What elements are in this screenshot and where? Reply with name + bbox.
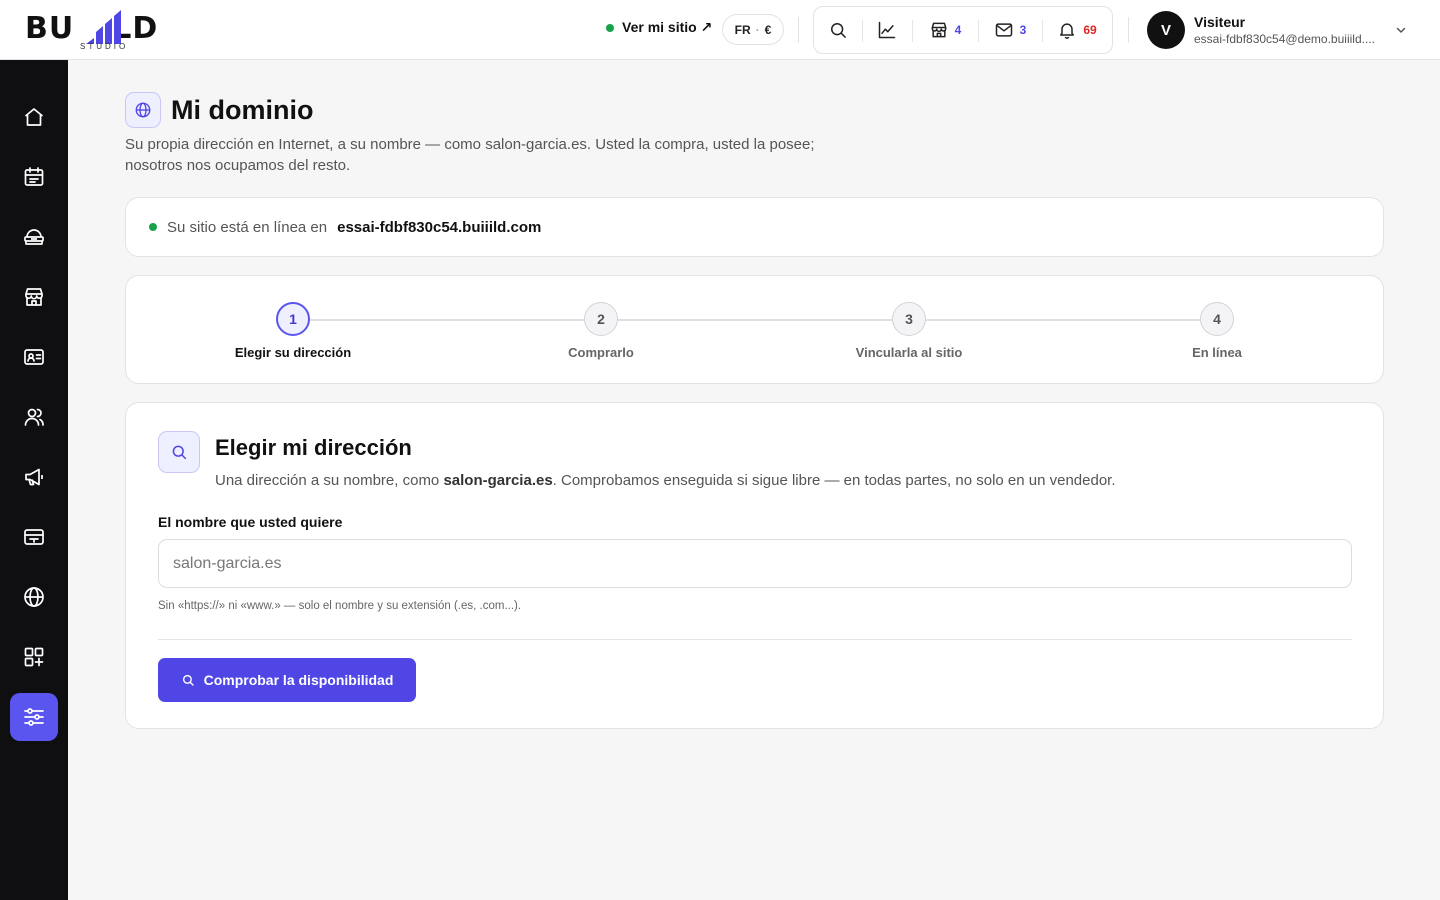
step-number: 3 <box>892 302 926 336</box>
store-icon <box>25 288 43 306</box>
sidebar-item-payments[interactable] <box>10 513 58 561</box>
choose-address-form: Elegir mi dirección Una dirección a su n… <box>125 402 1384 729</box>
topbar-divider <box>798 17 799 43</box>
page-title: Mi dominio <box>171 94 314 125</box>
user-email: essai-fdbf830c54@demo.buiiild.... <box>1194 32 1375 46</box>
analytics-button[interactable] <box>862 7 912 53</box>
domain-field-label: El nombre que usted quiere <box>158 514 343 530</box>
notifications-badge: 69 <box>1083 23 1097 37</box>
bell-icon <box>1060 23 1075 39</box>
example-domain: salon-garcia.es <box>443 472 553 489</box>
domain-field-hint: Sin «https://» ni «www.» — solo el nombr… <box>158 600 522 612</box>
home-icon <box>24 108 44 126</box>
services-icon <box>24 229 44 245</box>
current-domain: essai-fdbf830c54.buiiild.com <box>337 218 542 236</box>
store-icon <box>931 22 947 38</box>
step-number: 2 <box>584 302 618 336</box>
page-description: Su propia dirección en Internet, a su no… <box>125 136 815 174</box>
search-icon <box>182 674 194 686</box>
view-site-label: Ver mi sitio ↗ <box>622 19 713 35</box>
search-icon <box>172 445 187 460</box>
step-online: 4 En línea <box>1117 302 1317 360</box>
calendar-icon <box>24 167 44 186</box>
form-badge <box>158 431 200 473</box>
step-link-site: 3 Vincularla al sitio <box>809 302 1009 360</box>
megaphone-icon <box>25 468 43 486</box>
page-header: Mi dominio <box>125 92 313 128</box>
user-menu[interactable]: V Visiteur essai-fdbf830c54@demo.buiiild… <box>1147 11 1384 49</box>
language-code: FR <box>734 22 751 37</box>
users-icon <box>24 408 44 426</box>
site-status-card: Su sitio está en línea en essai-fdbf830c… <box>125 197 1384 257</box>
id-card-icon <box>24 349 44 365</box>
store-badge: 4 <box>954 23 962 37</box>
store-orders-button[interactable]: 4 <box>912 7 978 53</box>
form-description: Una dirección a su nombre, como salon-ga… <box>215 472 1116 489</box>
sidebar-item-contacts[interactable] <box>10 333 58 381</box>
step-label: En línea <box>1192 345 1242 360</box>
search-icon <box>831 23 846 38</box>
step-label: Vincularla al sitio <box>855 345 963 360</box>
check-availability-button[interactable]: Comprobar la disponibilidad <box>158 658 416 702</box>
user-name: Visiteur <box>1194 14 1246 30</box>
step-number: 1 <box>276 302 310 336</box>
payments-icon <box>24 529 44 545</box>
step-number: 4 <box>1200 302 1234 336</box>
notifications-button[interactable]: 69 <box>1042 7 1112 53</box>
sidebar-item-settings[interactable] <box>10 693 58 741</box>
form-divider <box>158 639 1352 640</box>
globe-icon <box>24 587 44 607</box>
currency-symbol: € <box>764 22 772 37</box>
step-label: Elegir su dirección <box>234 345 352 360</box>
sidebar-item-apps[interactable] <box>10 633 58 681</box>
status-text: Su sitio está en línea en <box>167 218 328 236</box>
view-site-link[interactable]: Ver mi sitio ↗ <box>606 19 712 36</box>
lang-separator: · <box>755 22 760 37</box>
avatar: V <box>1147 11 1185 49</box>
brand-logo[interactable]: BU LD STUDIO <box>25 8 185 54</box>
brand-subtitle: STUDIO <box>80 42 129 51</box>
sidebar-item-domain[interactable] <box>10 573 58 621</box>
online-dot <box>606 23 614 32</box>
sidebar-item-team[interactable] <box>10 393 58 441</box>
domain-stepper: 1 Elegir su dirección 2 Comprarlo 3 Vinc… <box>125 275 1384 384</box>
sidebar-item-home[interactable] <box>10 93 58 141</box>
language-currency-switch[interactable]: FR · € <box>722 14 784 45</box>
top-bar: BU LD STUDIO Ver mi sitio ↗ FR · € 4 3 6… <box>0 0 1440 60</box>
chart-line-icon <box>878 21 896 39</box>
apps-add-icon <box>24 647 44 667</box>
sidebar-item-marketing[interactable] <box>10 453 58 501</box>
sidebar-item-store[interactable] <box>10 273 58 321</box>
globe-icon <box>135 102 151 118</box>
step-purchase: 2 Comprarlo <box>501 302 701 360</box>
logo-bars-icon <box>86 10 121 44</box>
topbar-tools: 4 3 69 <box>813 6 1113 54</box>
check-availability-label: Comprobar la disponibilidad <box>203 672 394 688</box>
sidebar-item-calendar[interactable] <box>10 153 58 201</box>
sidebar-item-services[interactable] <box>10 213 58 261</box>
step-choose-address: 1 Elegir su dirección <box>193 302 393 360</box>
online-dot <box>149 223 157 231</box>
mail-icon <box>995 23 1012 37</box>
chevron-down-icon[interactable] <box>1394 23 1408 37</box>
topbar-divider <box>1128 17 1129 43</box>
mail-badge: 3 <box>1019 23 1027 37</box>
step-label: Comprarlo <box>568 345 634 360</box>
sidebar <box>0 60 68 900</box>
messages-button[interactable]: 3 <box>978 7 1042 53</box>
form-title: Elegir mi dirección <box>215 435 412 460</box>
title-badge <box>125 92 161 128</box>
domain-name-input[interactable] <box>158 539 1352 588</box>
settings-sliders-icon <box>24 708 44 726</box>
search-button[interactable] <box>814 7 862 53</box>
